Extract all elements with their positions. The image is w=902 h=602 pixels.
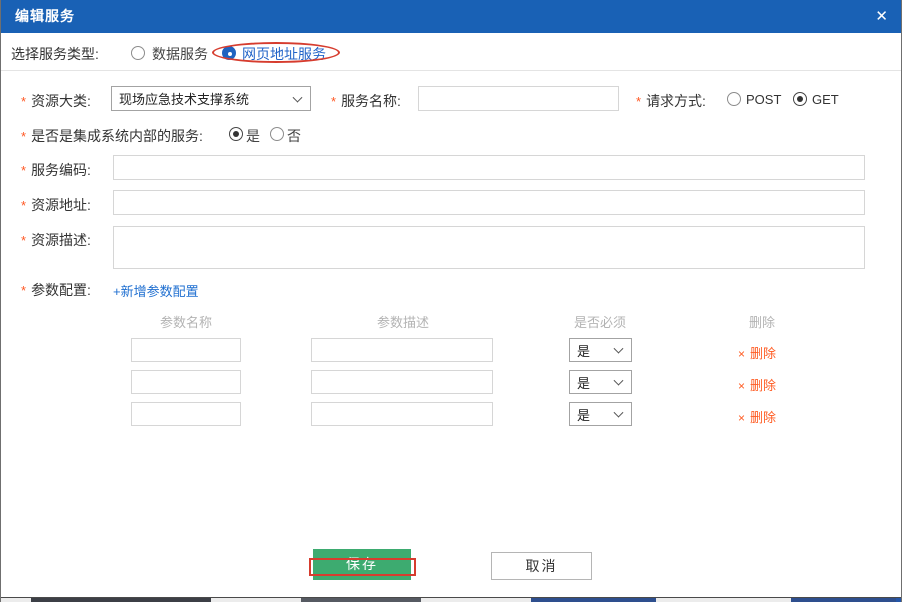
close-icon[interactable]: ✕ xyxy=(875,0,888,33)
radio-post[interactable] xyxy=(727,92,741,106)
param-required-value: 是 xyxy=(577,405,590,424)
required-marker: * xyxy=(21,129,26,144)
background-window-edge xyxy=(1,598,901,602)
header-param-name: 参数名称 xyxy=(160,312,212,331)
delete-param-link[interactable]: ×删除 xyxy=(738,375,776,394)
service-type-label: 选择服务类型: xyxy=(11,44,99,64)
background-fragment xyxy=(31,598,211,602)
chevron-down-icon xyxy=(614,344,624,354)
internal-service-label: *是否是集成系统内部的服务: xyxy=(21,126,203,146)
required-marker: * xyxy=(21,283,26,298)
service-code-input[interactable] xyxy=(113,155,865,180)
required-marker: * xyxy=(21,94,26,109)
chevron-down-icon xyxy=(614,376,624,386)
service-name-label: *服务名称: xyxy=(331,91,401,111)
param-name-input[interactable] xyxy=(131,370,241,394)
delete-param-link[interactable]: ×删除 xyxy=(738,407,776,426)
radio-data-service[interactable] xyxy=(131,46,145,60)
header-delete: 删除 xyxy=(749,312,775,331)
save-button[interactable]: 保存 xyxy=(313,549,411,580)
request-method-label: *请求方式: xyxy=(636,91,706,111)
param-description-input[interactable] xyxy=(311,402,493,426)
resource-description-textarea[interactable] xyxy=(113,226,865,269)
required-marker: * xyxy=(331,94,336,109)
radio-no[interactable] xyxy=(270,127,284,141)
required-marker: * xyxy=(21,198,26,213)
resource-description-label: *资源描述: xyxy=(21,230,91,250)
param-description-input[interactable] xyxy=(311,370,493,394)
option-no[interactable]: 否 xyxy=(287,126,301,146)
required-marker: * xyxy=(636,94,641,109)
param-description-input[interactable] xyxy=(311,338,493,362)
delete-x-icon: × xyxy=(738,379,745,393)
background-fragment xyxy=(896,598,902,602)
service-name-input[interactable] xyxy=(418,86,619,111)
option-data-service[interactable]: 数据服务 xyxy=(152,44,208,64)
option-yes[interactable]: 是 xyxy=(246,126,260,146)
dialog-title: 编辑服务 xyxy=(15,0,75,33)
edit-service-dialog: 编辑服务 ✕ 选择服务类型: 数据服务 网页地址服务 *资源大类: 现场应急技术… xyxy=(0,0,902,602)
option-post[interactable]: POST xyxy=(746,92,781,107)
service-code-label: *服务编码: xyxy=(21,160,91,180)
chevron-down-icon xyxy=(614,408,624,418)
divider xyxy=(1,70,901,71)
background-fragment xyxy=(531,598,656,602)
param-required-select[interactable]: 是 xyxy=(569,338,632,362)
delete-param-link[interactable]: ×删除 xyxy=(738,343,776,362)
param-name-input[interactable] xyxy=(131,402,241,426)
radio-get[interactable] xyxy=(793,92,807,106)
radio-yes[interactable] xyxy=(229,127,243,141)
required-marker: * xyxy=(21,233,26,248)
background-fragment xyxy=(791,598,896,602)
param-required-select[interactable]: 是 xyxy=(569,370,632,394)
background-fragment xyxy=(301,598,421,602)
chevron-down-icon xyxy=(293,92,303,102)
header-required: 是否必须 xyxy=(574,312,626,331)
param-required-value: 是 xyxy=(577,373,590,392)
resource-category-select[interactable]: 现场应急技术支撑系统 xyxy=(111,86,311,111)
delete-x-icon: × xyxy=(738,347,745,361)
param-name-input[interactable] xyxy=(131,338,241,362)
param-config-label: *参数配置: xyxy=(21,280,91,300)
radio-web-address-service[interactable] xyxy=(222,46,236,60)
titlebar: 编辑服务 ✕ xyxy=(1,0,901,33)
option-get[interactable]: GET xyxy=(812,92,839,107)
param-required-select[interactable]: 是 xyxy=(569,402,632,426)
delete-x-icon: × xyxy=(738,411,745,425)
add-param-link[interactable]: +新增参数配置 xyxy=(113,281,199,300)
resource-address-label: *资源地址: xyxy=(21,195,91,215)
param-required-value: 是 xyxy=(577,341,590,360)
resource-category-label: *资源大类: xyxy=(21,91,91,111)
resource-category-value: 现场应急技术支撑系统 xyxy=(119,89,249,108)
header-param-description: 参数描述 xyxy=(377,312,429,331)
resource-address-input[interactable] xyxy=(113,190,865,215)
option-web-address-service[interactable]: 网页地址服务 xyxy=(242,44,326,64)
required-marker: * xyxy=(21,163,26,178)
cancel-button[interactable]: 取消 xyxy=(491,552,592,580)
